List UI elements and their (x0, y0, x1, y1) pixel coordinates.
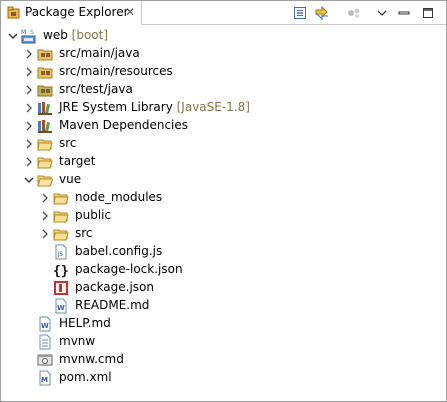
tree-item-label: src/main/resources (59, 64, 173, 78)
folder-icon (37, 154, 53, 170)
svg-text:{}: {} (53, 264, 69, 278)
link-with-editor-icon[interactable] (313, 4, 331, 22)
test-source-folder-icon (37, 82, 53, 98)
library-icon (37, 100, 53, 116)
chevron-down-icon[interactable] (7, 30, 19, 42)
tree-item-label: mvnw (59, 334, 96, 348)
tree-item-label: mvnw.cmd (59, 352, 124, 366)
tree-item-label: target (59, 154, 96, 168)
close-icon[interactable]: ✕ (125, 5, 135, 19)
tree-item-src-test-java[interactable]: src/test/java (1, 81, 446, 99)
focus-task-icon[interactable] (345, 4, 363, 22)
svg-text:W: W (57, 304, 65, 312)
tree-item-package-json[interactable]: package.json (1, 279, 446, 297)
package-explorer-view: Package Explorer ✕ M S web [boot] src/ma… (0, 0, 447, 402)
tree-item-label: Maven Dependencies (59, 118, 189, 132)
tree-item-jre-system-library[interactable]: JRE System Library [JavaSE-1.8] (1, 99, 446, 117)
tree-item-help[interactable]: W HELP.md (1, 315, 446, 333)
chevron-right-icon[interactable] (23, 66, 35, 78)
view-tab-bar: Package Explorer ✕ (1, 1, 446, 25)
tree-item-src-main-resources[interactable]: src/main/resources (1, 63, 446, 81)
tab-package-explorer[interactable]: Package Explorer ✕ (1, 1, 142, 25)
tree-item-mvnw[interactable]: mvnw (1, 333, 446, 351)
svg-text:M: M (21, 29, 26, 36)
tree-item-pom[interactable]: M pom.xml (1, 369, 446, 387)
chevron-right-icon[interactable] (39, 228, 51, 240)
markdown-file-icon: W (37, 316, 53, 332)
minimize-icon[interactable] (395, 4, 413, 22)
chevron-right-icon[interactable] (23, 156, 35, 168)
tree-item-label: public (75, 208, 112, 222)
maven-project-icon: M S (21, 28, 37, 44)
library-icon (37, 118, 53, 134)
chevron-down-icon[interactable] (23, 174, 35, 186)
tree-item-label: JRE System Library [JavaSE-1.8] (59, 100, 250, 114)
tree-item-label: src/main/java (59, 46, 140, 60)
tree-item-label: babel.config.js (75, 244, 163, 258)
folder-icon (37, 136, 53, 152)
cmd-file-icon (37, 352, 53, 368)
markdown-file-icon: W (53, 298, 69, 314)
view-menu-icon[interactable] (373, 4, 391, 22)
tree-item-label: package-lock.json (75, 262, 183, 276)
collapse-all-icon[interactable] (291, 4, 309, 22)
tree-item-web[interactable]: M S web [boot] (1, 27, 446, 45)
tree-item-public[interactable]: public (1, 207, 446, 225)
source-folder-icon (37, 46, 53, 62)
tree-item-label: vue (59, 172, 82, 186)
tab-title: Package Explorer (25, 5, 129, 19)
folder-icon (53, 190, 69, 206)
tree-item-label: src (59, 136, 77, 150)
tree-item-src-main-java[interactable]: src/main/java (1, 45, 446, 63)
chevron-right-icon[interactable] (23, 84, 35, 96)
tree-item-label: src/test/java (59, 82, 133, 96)
package-explorer-icon (7, 6, 21, 20)
chevron-right-icon[interactable] (39, 210, 51, 222)
tree-item-target[interactable]: target (1, 153, 446, 171)
tree-item-label: pom.xml (59, 370, 112, 384)
tree-item-label: src (75, 226, 93, 240)
svg-text:W: W (41, 322, 49, 330)
chevron-right-icon[interactable] (23, 48, 35, 60)
tree-item-mvnw-cmd[interactable]: mvnw.cmd (1, 351, 446, 369)
folder-icon (53, 226, 69, 242)
maximize-icon[interactable] (419, 4, 437, 22)
svg-text:M: M (41, 376, 48, 384)
npm-package-icon (53, 280, 69, 296)
source-folder-icon (37, 64, 53, 80)
svg-text:JS: JS (57, 251, 64, 258)
tree-item-readme[interactable]: W README.md (1, 297, 446, 315)
json-file-icon: {} (53, 262, 69, 279)
chevron-right-icon[interactable] (23, 120, 35, 132)
tree-item-vue-src[interactable]: src (1, 225, 446, 243)
tree-item-src[interactable]: src (1, 135, 446, 153)
open-folder-icon (37, 172, 54, 188)
tree-item-label: README.md (75, 298, 150, 312)
tree-item-vue[interactable]: vue (1, 171, 446, 189)
chevron-right-icon[interactable] (39, 192, 51, 204)
maven-pom-icon: M (37, 370, 53, 386)
svg-text:S: S (30, 29, 34, 36)
chevron-right-icon[interactable] (23, 138, 35, 150)
js-file-icon: JS (53, 244, 69, 260)
tree-item-node-modules[interactable]: node_modules (1, 189, 446, 207)
folder-icon (53, 208, 69, 224)
tree-item-label: web [boot] (43, 28, 109, 42)
chevron-right-icon[interactable] (23, 102, 35, 114)
tree-item-label: node_modules (75, 190, 163, 204)
text-file-icon (37, 334, 53, 350)
tree-item-babel-config[interactable]: JS babel.config.js (1, 243, 446, 261)
tree-item-label: package.json (75, 280, 155, 294)
tree-item-package-lock[interactable]: {} package-lock.json (1, 261, 446, 279)
tree-item-label: HELP.md (59, 316, 111, 330)
tree-item-maven-dependencies[interactable]: Maven Dependencies (1, 117, 446, 135)
